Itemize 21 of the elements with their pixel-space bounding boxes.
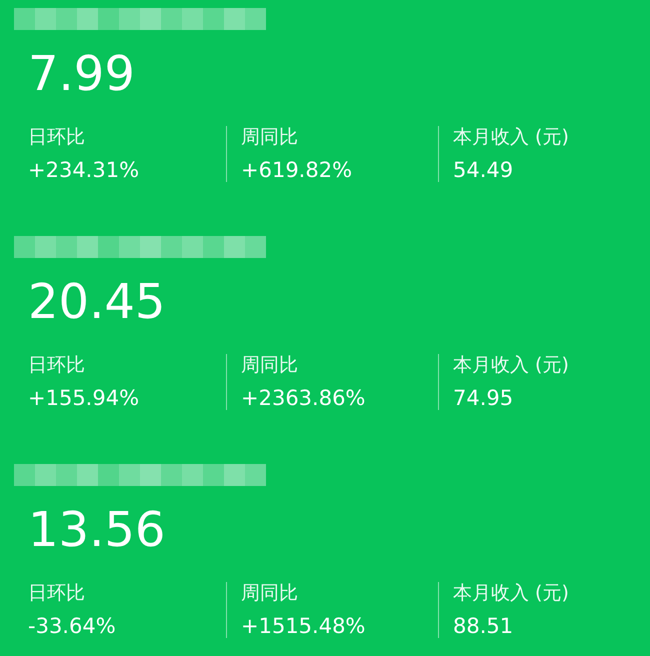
amount-value: 13.56 — [28, 506, 166, 560]
stat-value: 54.49 — [453, 158, 514, 182]
stat-label: 周同比 — [241, 582, 299, 604]
amount-value: 7.99 — [28, 50, 136, 104]
stat-value: +2363.86% — [241, 386, 366, 410]
stat-value: +234.31% — [28, 158, 140, 182]
stat-value: +619.82% — [241, 158, 354, 182]
stat-label: 周同比 — [241, 354, 299, 376]
amount-value: 20.45 — [28, 278, 166, 332]
stat-value: -33.64% — [28, 614, 117, 638]
stat-value: +1515.48% — [241, 614, 366, 638]
stat-label: 日环比 — [28, 582, 86, 604]
stat-label: 本月收入 (元) — [453, 354, 570, 376]
stat-label: 本月收入 (元) — [453, 126, 570, 148]
stat-label: 周同比 — [241, 126, 299, 148]
stat-value: 88.51 — [453, 614, 514, 638]
stat-label: 日环比 — [28, 126, 86, 148]
stat-value: +155.94% — [28, 386, 140, 410]
stat-value: 74.95 — [453, 386, 514, 410]
stat-label: 本月收入 (元) — [453, 582, 570, 604]
stat-label: 日环比 — [28, 354, 86, 376]
